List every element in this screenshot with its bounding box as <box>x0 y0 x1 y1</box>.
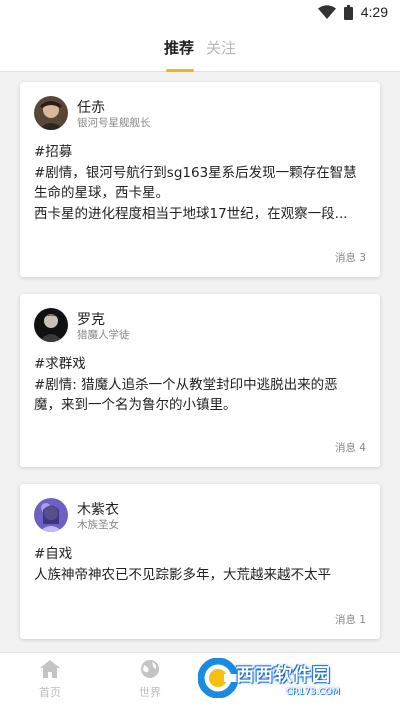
status-bar: 4:29 <box>0 0 400 26</box>
message-count[interactable]: 消息 3 <box>335 250 366 265</box>
avatar[interactable] <box>34 96 68 130</box>
author-role: 猎魔人学徒 <box>77 329 130 341</box>
post-line: 生命的星球，西卡星。 <box>34 185 169 201</box>
home-icon <box>20 659 80 679</box>
post-body[interactable]: #求群戏 #剧情: 猎魔人追杀一个从教堂封印中逃脱出来的恶 魔，来到一个名为鲁尔… <box>34 354 368 416</box>
post-line: 人族神帝神农已不见踪影多年，大荒越来越不太平 <box>34 566 331 583</box>
author-name[interactable]: 罗克 <box>77 309 105 329</box>
watermark-text: 西西软件园 <box>236 665 331 686</box>
post-line: #自戏 <box>34 546 73 562</box>
avatar[interactable] <box>34 498 68 532</box>
watermark-logo-icon <box>197 657 239 702</box>
watermark-url: CR173.COM <box>286 687 340 697</box>
tab-recommend[interactable]: 推荐 <box>164 37 194 58</box>
post-body[interactable]: #自戏 人族神帝神农已不见踪影多年，大荒越来越不太平 <box>34 544 368 585</box>
post-card[interactable]: 木紫衣 木族圣女 #自戏 人族神帝神农已不见踪影多年，大荒越来越不太平 消息 1 <box>20 484 380 639</box>
watermark: 西西软件园 CR173.COM <box>197 657 380 704</box>
post-line: #求群戏 <box>34 356 86 372</box>
post-line: 魔，来到一个名为鲁尔的小镇里。 <box>34 397 237 413</box>
status-time: 4:29 <box>360 4 388 20</box>
author-role: 木族圣女 <box>77 519 119 531</box>
post-feed[interactable]: 任赤 银河号星舰舰长 #招募 #剧情，银河号航行到sg163星系后发现一颗存在智… <box>0 72 400 652</box>
avatar[interactable] <box>34 308 68 342</box>
post-body[interactable]: #招募 #剧情，银河号航行到sg163星系后发现一颗存在智慧 生命的星球，西卡星… <box>34 142 368 224</box>
wifi-icon <box>317 5 336 19</box>
message-count[interactable]: 消息 1 <box>335 612 366 627</box>
nav-label-world: 世界 <box>139 686 161 699</box>
nav-label-home: 首页 <box>39 686 61 699</box>
post-line: 西卡星的进化程度相当于地球17世纪，在观察一段... <box>34 205 348 222</box>
post-line: #招募 <box>34 144 73 160</box>
post-line: #剧情: 猎魔人追杀一个从教堂封印中逃脱出来的恶 <box>34 376 338 393</box>
post-card[interactable]: 罗克 猎魔人学徒 #求群戏 #剧情: 猎魔人追杀一个从教堂封印中逃脱出来的恶 魔… <box>20 294 380 467</box>
battery-icon <box>343 4 353 20</box>
post-line: #剧情，银河号航行到sg163星系后发现一颗存在智慧 <box>34 164 357 181</box>
nav-item-world[interactable]: 世界 <box>120 659 180 700</box>
author-name[interactable]: 木紫衣 <box>77 499 119 519</box>
post-card[interactable]: 任赤 银河号星舰舰长 #招募 #剧情，银河号航行到sg163星系后发现一颗存在智… <box>20 82 380 277</box>
top-tab-bar: 推荐 关注 <box>0 26 400 72</box>
author-role: 银河号星舰舰长 <box>77 117 151 129</box>
tab-follow[interactable]: 关注 <box>206 37 236 58</box>
author-name[interactable]: 任赤 <box>77 97 105 117</box>
nav-item-home[interactable]: 首页 <box>20 659 80 700</box>
world-icon <box>120 659 180 679</box>
message-count[interactable]: 消息 4 <box>335 440 366 455</box>
